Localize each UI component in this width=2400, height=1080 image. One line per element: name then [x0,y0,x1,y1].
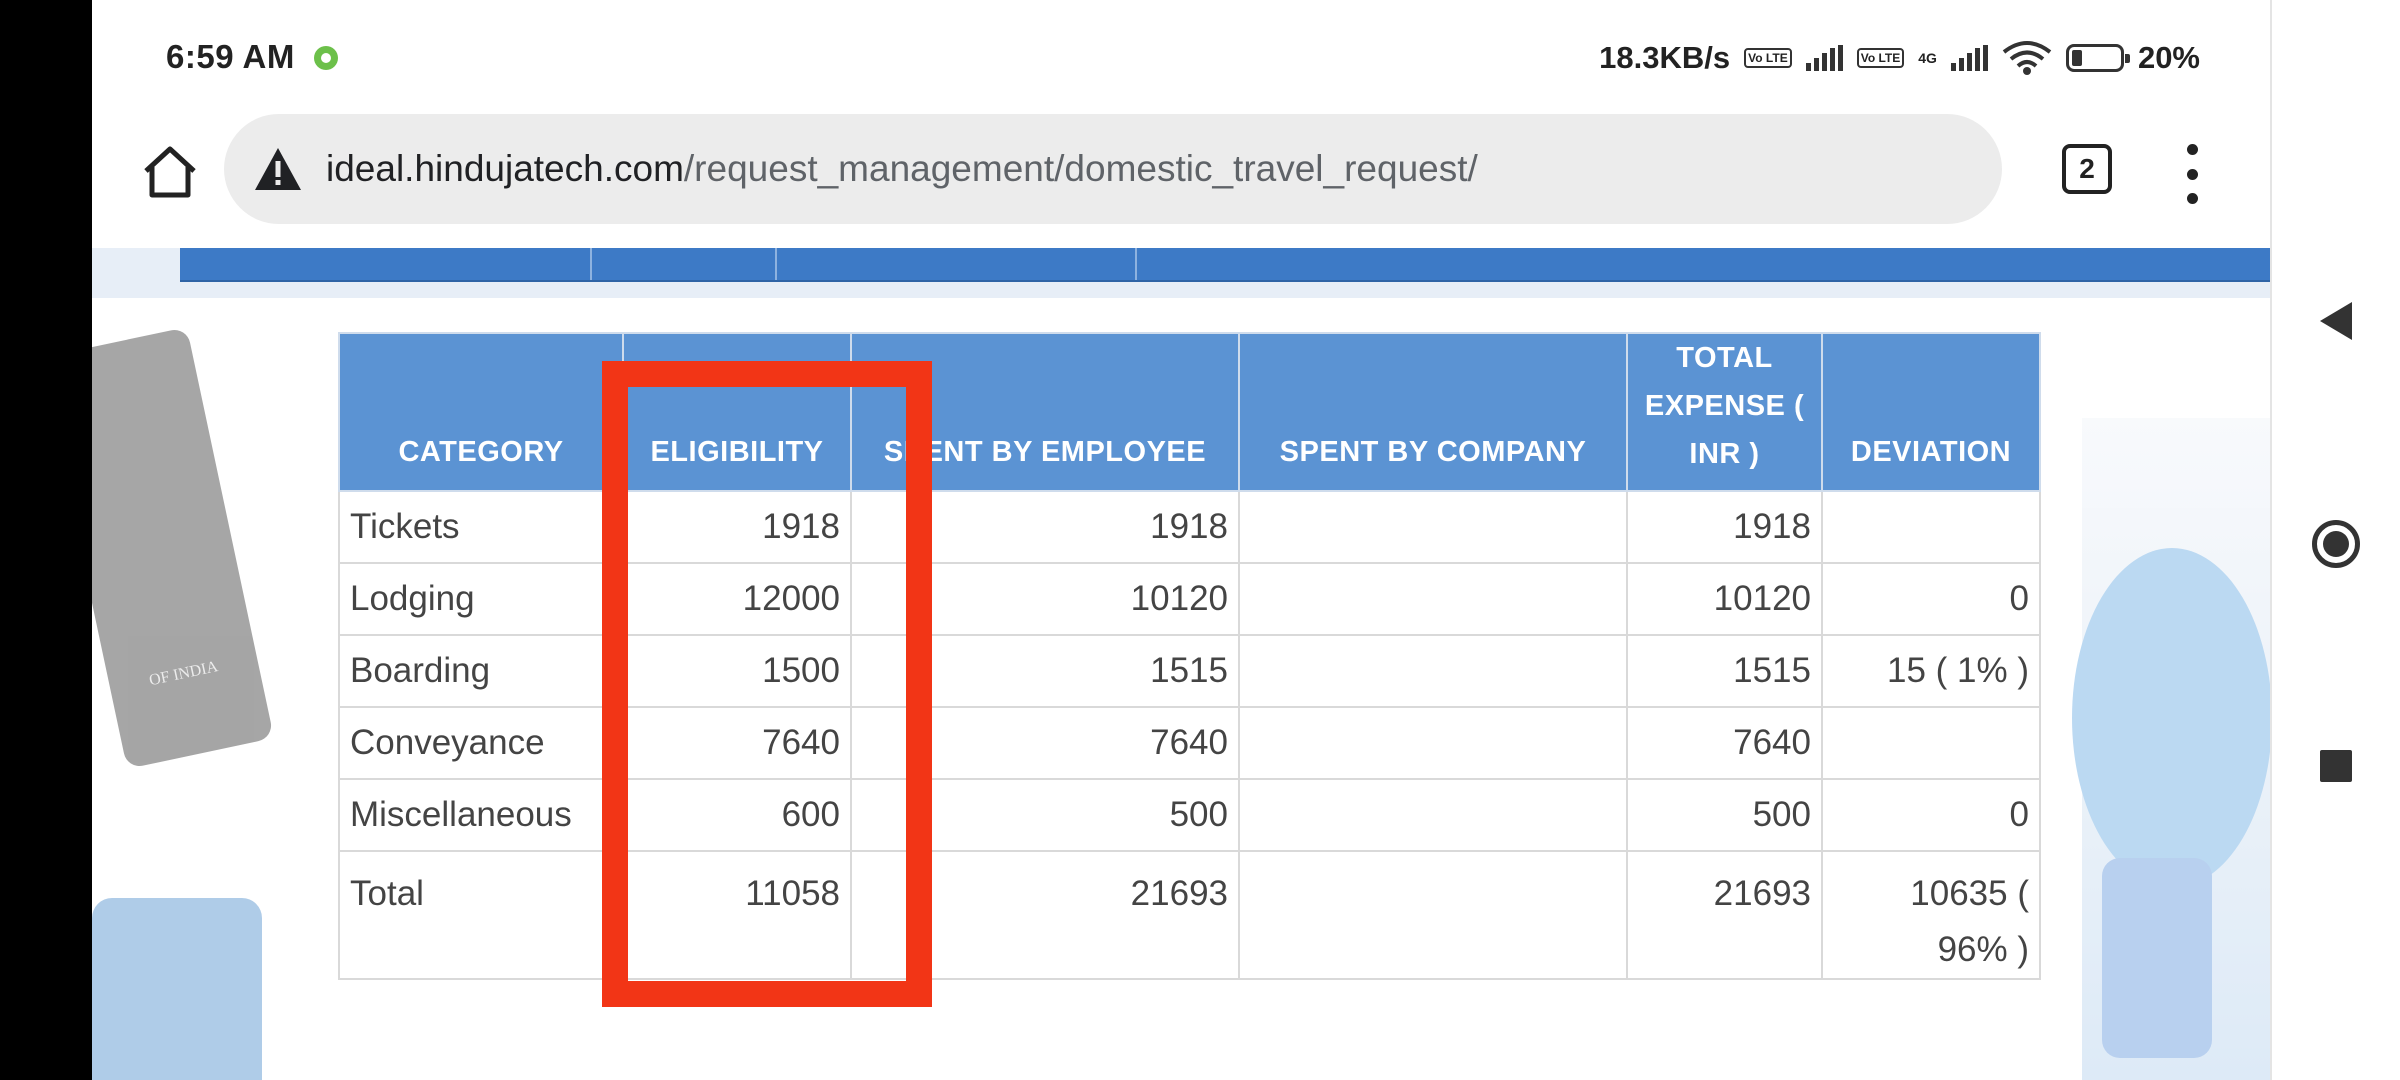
globe-luggage-image [2072,418,2270,1080]
url-domain: ideal.hindujatech.com [326,148,684,189]
cell-total-expense: 7640 [1626,706,1823,780]
overflow-menu-button[interactable] [2182,144,2202,204]
cell-eligibility: 11058 [622,850,852,980]
col-deviation: DEVIATION [1821,332,2041,492]
col-spent-by-employee: SPENT BY EMPLOYEE [850,332,1240,492]
cell-eligibility: 1500 [622,634,852,708]
back-icon[interactable] [2320,302,2352,340]
web-page: OF INDIA CATEGORY ELIGIBILITY SPENT BY E… [92,248,2270,1080]
notification-dot-icon [314,46,338,70]
table-row: Miscellaneous 600 500 500 0 [338,778,2041,852]
cell-deviation [1821,490,2041,564]
home-icon [144,146,196,198]
status-right: 18.3KB/s Vo LTE Vo LTE 4G 20% [1599,36,2200,80]
cell-eligibility: 600 [622,778,852,852]
cell-spent-by-company [1238,562,1628,636]
volte-icon: Vo LTE [1744,48,1792,68]
cell-deviation: 0 [1821,778,2041,852]
home-button[interactable] [130,132,210,212]
status-time: 6:59 AM [166,38,295,75]
cell-total-expense: 500 [1626,778,1823,852]
col-total-expense: TOTAL EXPENSE ( INR ) [1626,332,1823,492]
cell-total-expense: 21693 [1626,850,1823,980]
cell-spent-by-employee: 21693 [850,850,1240,980]
cell-deviation: 0 [1821,562,2041,636]
cell-category: Total [338,850,624,980]
cell-category: Boarding [338,634,624,708]
browser-toolbar: ideal.hindujatech.com/request_management… [92,108,2270,248]
url-text[interactable]: ideal.hindujatech.com/request_management… [326,148,1478,190]
table-row: Conveyance 7640 7640 7640 [338,706,2041,780]
cell-spent-by-company [1238,490,1628,564]
top-band [92,248,2270,298]
home-circle-icon[interactable] [2312,520,2360,568]
cell-total-expense: 1515 [1626,634,1823,708]
cell-total-expense: 10120 [1626,562,1823,636]
battery-icon [2065,44,2130,72]
tab-switcher-button[interactable]: 2 [2062,144,2112,194]
url-path: /request_management/domestic_travel_requ… [683,148,1478,189]
cell-spent-by-employee: 10120 [850,562,1240,636]
wifi-icon [2002,41,2052,75]
cell-category: Conveyance [338,706,624,780]
cell-total-expense: 1918 [1626,490,1823,564]
cell-spent-by-employee: 7640 [850,706,1240,780]
cell-eligibility: 12000 [622,562,852,636]
passport-image: OF INDIA [92,326,275,770]
signal-icon [1805,45,1843,71]
signal-icon-2 [1950,45,1988,71]
cell-spent-by-company [1238,634,1628,708]
system-nav-bar [2270,0,2400,1080]
battery-level: 20% [2137,40,2200,75]
cell-spent-by-employee: 1918 [850,490,1240,564]
previous-table-bottom [180,248,2270,282]
cell-spent-by-company [1238,778,1628,852]
cell-category: Lodging [338,562,624,636]
col-category: CATEGORY [338,332,624,492]
col-spent-by-company: SPENT BY COMPANY [1238,332,1628,492]
cell-eligibility: 1918 [622,490,852,564]
network-type: 4G [1918,50,1937,66]
cell-deviation: 10635 ( 96% ) [1821,850,2041,980]
cell-deviation: 15 ( 1% ) [1821,634,2041,708]
table-row: Tickets 1918 1918 1918 [338,490,2041,564]
phone-screen: 6:59 AM 18.3KB/s Vo LTE Vo LTE 4G 20% id… [92,0,2270,1080]
cell-category: Miscellaneous [338,778,624,852]
col-eligibility: ELIGIBILITY [622,332,852,492]
volte-icon-2: Vo LTE [1856,48,1905,68]
warning-icon[interactable] [252,143,304,195]
left-black-edge [0,0,92,1080]
table-header-row: CATEGORY ELIGIBILITY SPENT BY EMPLOYEE S… [338,332,2041,492]
cell-deviation [1821,706,2041,780]
cell-spent-by-company [1238,850,1628,980]
cell-spent-by-company [1238,706,1628,780]
table-total-row: Total 11058 21693 21693 10635 ( 96% ) [338,850,2041,980]
url-bar[interactable]: ideal.hindujatech.com/request_management… [224,114,2002,224]
bus-image [92,898,262,1080]
table-row: Lodging 12000 10120 10120 0 [338,562,2041,636]
expense-table: CATEGORY ELIGIBILITY SPENT BY EMPLOYEE S… [338,332,2041,980]
cell-category: Tickets [338,490,624,564]
recent-apps-icon[interactable] [2320,750,2352,782]
status-bar: 6:59 AM 18.3KB/s Vo LTE Vo LTE 4G 20% [92,0,2270,108]
passport-caption: OF INDIA [147,658,220,690]
net-speed: 18.3KB/s [1599,40,1731,75]
cell-spent-by-employee: 500 [850,778,1240,852]
cell-eligibility: 7640 [622,706,852,780]
table-row: Boarding 1500 1515 1515 15 ( 1% ) [338,634,2041,708]
cell-spent-by-employee: 1515 [850,634,1240,708]
